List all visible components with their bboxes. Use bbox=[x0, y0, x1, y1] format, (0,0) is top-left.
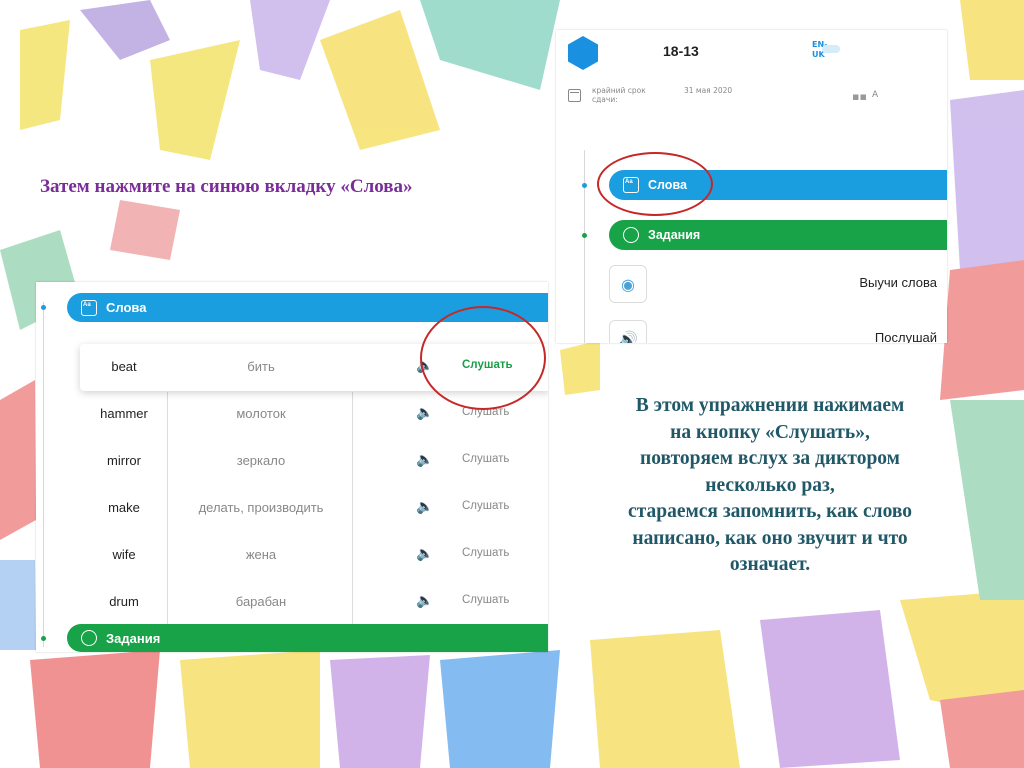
word-translation: делать, производить bbox=[198, 500, 324, 515]
tree-dot-words bbox=[582, 183, 587, 188]
assignment-code: 18-13 bbox=[663, 43, 699, 59]
group-label: A bbox=[872, 90, 879, 100]
tree-dot-tasks bbox=[582, 233, 587, 238]
word-row: drum барабан 🔈 Слушать bbox=[80, 579, 548, 626]
speaker-icon[interactable]: 🔈 bbox=[416, 592, 433, 609]
word-translation: зеркало bbox=[236, 453, 286, 468]
listen-button[interactable]: Слушать bbox=[462, 547, 509, 559]
learn-words-icon: ◉ bbox=[609, 265, 647, 303]
word-english: drum bbox=[109, 594, 139, 609]
instruction-listen-exercise: В этом упражнении нажимаем на кнопку «Сл… bbox=[570, 393, 970, 579]
logo-hexagon-icon bbox=[568, 36, 598, 70]
tree-line bbox=[43, 302, 44, 647]
tab-tasks-label: Задания bbox=[648, 228, 701, 242]
speaker-icon[interactable]: 🔈 bbox=[416, 404, 433, 421]
tree-line bbox=[584, 150, 585, 343]
task-listen[interactable]: 🔊 Послушай bbox=[607, 320, 947, 343]
listen-button[interactable]: Слушать bbox=[462, 594, 509, 606]
highlight-circle-listen-button bbox=[420, 306, 546, 410]
tab-words-label: Слова bbox=[106, 300, 147, 315]
instruction-line: на кнопку «Слушать», bbox=[670, 421, 870, 443]
word-english: wife bbox=[112, 547, 136, 562]
tree-dot-words bbox=[41, 305, 46, 310]
brain-icon bbox=[623, 227, 639, 243]
word-english: beat bbox=[111, 359, 137, 374]
calendar-icon bbox=[568, 89, 581, 102]
word-translation: барабан bbox=[235, 594, 287, 609]
word-row: mirror зеркало 🔈 Слушать bbox=[80, 438, 548, 485]
instruction-line: стараемся запомнить, как слово bbox=[628, 501, 912, 522]
word-row: wife жена 🔈 Слушать bbox=[80, 532, 548, 579]
deadline-label: крайний срок сдачи: bbox=[592, 86, 646, 104]
listen-button[interactable]: Слушать bbox=[462, 500, 509, 512]
instruction-line: В этом упражнении нажимаем bbox=[635, 395, 905, 416]
tree-dot-tasks bbox=[41, 636, 46, 641]
word-english: mirror bbox=[107, 453, 141, 468]
tab-tasks-label: Задания bbox=[106, 630, 161, 646]
word-translation: жена bbox=[245, 547, 277, 562]
listen-icon: 🔊 bbox=[609, 320, 647, 343]
brain-icon bbox=[81, 630, 97, 646]
speaker-icon[interactable]: 🔈 bbox=[416, 498, 433, 515]
task-learn-words[interactable]: ◉ Выучи слова bbox=[607, 265, 947, 309]
deadline-date: 31 мая 2020 bbox=[684, 86, 733, 95]
highlight-circle-words-tab bbox=[597, 152, 713, 216]
instruction-line: написано, как оно звучит и что bbox=[632, 527, 908, 549]
tab-tasks[interactable]: Задания bbox=[67, 624, 548, 652]
instruction-line: повторяем вслух за диктором bbox=[640, 448, 900, 469]
tab-tasks[interactable]: Задания bbox=[609, 220, 947, 250]
word-english: make bbox=[108, 500, 140, 515]
language-toggle[interactable] bbox=[822, 45, 840, 53]
instruction-line: несколько раз, bbox=[705, 474, 835, 496]
group-icon: ▪▪ bbox=[852, 90, 867, 103]
words-tab-icon: Aa bbox=[81, 299, 97, 316]
task-label: Выучи слова bbox=[859, 275, 937, 290]
task-label: Послушай bbox=[874, 330, 937, 343]
instruction-click-words-tab: Затем нажмите на синюю вкладку «Слова» bbox=[40, 176, 413, 197]
speaker-icon[interactable]: 🔈 bbox=[416, 545, 433, 562]
word-row: make делать, производить 🔈 Слушать bbox=[80, 485, 548, 532]
instruction-line: означает. bbox=[729, 554, 811, 575]
speaker-icon[interactable]: 🔈 bbox=[416, 451, 433, 468]
word-translation: молоток bbox=[236, 406, 286, 421]
word-english: hammer bbox=[100, 406, 148, 421]
word-translation: бить bbox=[247, 359, 275, 374]
listen-button[interactable]: Слушать bbox=[462, 453, 509, 465]
